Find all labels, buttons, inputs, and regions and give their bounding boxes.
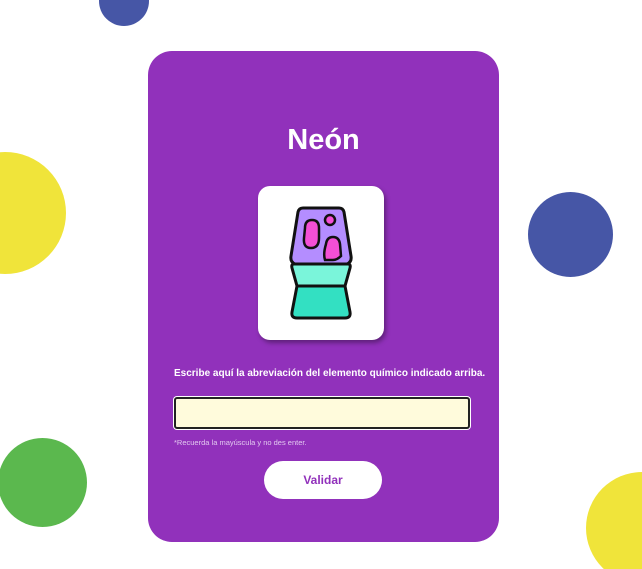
quiz-card: Neón Escribe aquí la abreviación del ele… (148, 51, 499, 542)
hint-text: *Recuerda la mayúscula y no des enter. (174, 438, 307, 447)
decor-circle-blue-right (528, 192, 613, 277)
decor-circle-blue-top (99, 0, 149, 26)
decor-circle-green-left (0, 438, 87, 527)
validate-button[interactable]: Validar (264, 461, 382, 499)
element-image-box (258, 186, 384, 340)
page: Neón Escribe aquí la abreviación del ele… (0, 0, 642, 569)
instruction-text: Escribe aquí la abreviación del elemento… (174, 368, 486, 379)
element-name-title: Neón (287, 124, 360, 156)
lava-lamp-icon (289, 206, 353, 320)
answer-input[interactable] (174, 397, 470, 429)
decor-circle-yellow-left (0, 152, 66, 274)
decor-circle-yellow-bottom-right (586, 472, 642, 569)
